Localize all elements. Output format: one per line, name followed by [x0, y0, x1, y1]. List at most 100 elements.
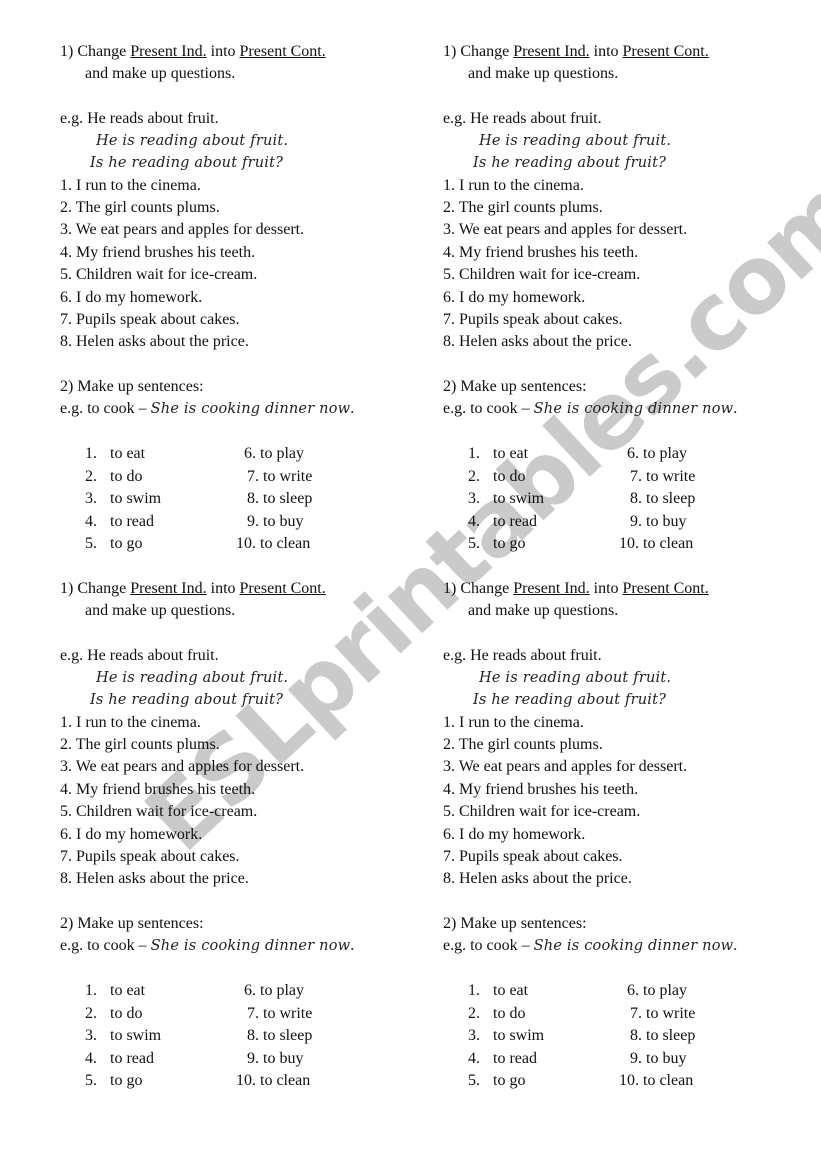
example-continuous: He is reading about fruit. — [96, 670, 289, 686]
task1-example: e.g. He reads about fruit. — [443, 109, 602, 131]
verb-number: 4. — [468, 512, 480, 530]
verb-number: 2. — [85, 467, 97, 485]
verb-number: 6. — [627, 982, 639, 999]
verb-item: to do — [493, 467, 526, 485]
task2-example: e.g. to cook – She is cooking dinner now… — [443, 936, 737, 958]
task-number: 1) — [443, 43, 457, 60]
verb-number: 6. — [244, 445, 256, 462]
verb-number: 6. — [627, 445, 639, 462]
example-sentence: She is cooking dinner now — [150, 938, 351, 954]
task1-example: e.g. He reads about fruit. — [443, 646, 602, 668]
verb-number: 10. — [236, 535, 256, 552]
verb-number: 3. — [468, 1027, 480, 1044]
heading-text: into — [210, 580, 236, 597]
task1-heading: 1) Change Present Ind. into Present Cont… — [60, 42, 326, 64]
verb-number: 1. — [85, 445, 97, 462]
sentence-item: 3. We eat pears and apples for dessert. — [443, 221, 688, 238]
verb-number: 10. — [619, 535, 639, 552]
verb-number: 3. — [85, 1027, 97, 1044]
task1-heading-line2: and make up questions. — [468, 65, 619, 82]
verb-item: to go — [493, 1072, 526, 1089]
sentence-item: 1. I run to the cinema. — [443, 177, 584, 194]
from-tense: Present Ind. — [130, 43, 207, 60]
verb-number: 2. — [85, 1004, 97, 1022]
verb-item: 9. to buy — [630, 512, 686, 532]
verb-item: 8. to sleep — [247, 489, 312, 509]
example-sentence: He reads about fruit. — [470, 647, 602, 664]
sentence-item: 8. Helen asks about the price. — [443, 333, 632, 350]
from-tense: Present Ind. — [513, 43, 590, 60]
verb-text: to play — [260, 445, 304, 462]
task2-heading: 2) Make up sentences: — [60, 915, 204, 932]
verb-text: to sleep — [263, 490, 313, 507]
verb-item: to go — [493, 535, 526, 552]
sentence-item: 6. I do my homework. — [60, 826, 203, 843]
example-end: . — [350, 400, 355, 417]
sentence-item: 5. Children wait for ice-cream. — [443, 803, 641, 820]
verb-text: to write — [646, 467, 696, 485]
task2-heading: 2) Make up sentences: — [443, 915, 587, 932]
verb-text: to play — [643, 445, 687, 462]
task2-heading: 2) Make up sentences: — [60, 378, 204, 395]
verb-number: 4. — [85, 1049, 97, 1067]
example-sentence: He reads about fruit. — [470, 110, 602, 127]
sentence-item: 7. Pupils speak about cakes. — [60, 311, 240, 328]
sentence-item: 1. I run to the cinema. — [60, 177, 201, 194]
sentence-item: 8. Helen asks about the price. — [443, 870, 632, 887]
heading-text: into — [593, 580, 619, 597]
verb-item: 10. to clean — [236, 1071, 310, 1091]
verb-item: 7. to write — [247, 1004, 312, 1024]
sentence-item: 3. We eat pears and apples for dessert. — [60, 221, 305, 238]
sentence-item: 3. We eat pears and apples for dessert. — [60, 758, 305, 775]
verb-number: 3. — [468, 490, 480, 507]
task2-example: e.g. to cook – She is cooking dinner now… — [60, 936, 354, 958]
verb-item: 10. to clean — [619, 534, 693, 554]
sentence-item: 5. Children wait for ice-cream. — [60, 803, 258, 820]
verb-text: to sleep — [646, 1027, 696, 1044]
verb-item: to do — [110, 467, 143, 485]
verb-number: 6. — [244, 982, 256, 999]
sentence-item: 8. Helen asks about the price. — [60, 870, 249, 887]
verb-text: to buy — [646, 512, 687, 530]
verb-number: 5. — [468, 1072, 480, 1089]
verb-item: to eat — [110, 445, 146, 462]
verb-number: 3. — [85, 490, 97, 507]
verb-number: 7. — [247, 467, 259, 485]
verb-item: to do — [110, 1004, 143, 1022]
verb-number: 1. — [85, 982, 97, 999]
example-end: . — [733, 400, 738, 417]
example-label: e.g. — [60, 110, 84, 127]
verb-item: to read — [493, 1049, 537, 1067]
verb-number: 1. — [468, 982, 480, 999]
sentence-item: 6. I do my homework. — [60, 289, 203, 306]
verb-number: 9. — [630, 512, 642, 530]
example-sentence: She is cooking dinner now — [533, 938, 734, 954]
sentence-item: 4. My friend brushes his teeth. — [60, 781, 256, 798]
heading-text: Change — [77, 580, 127, 597]
verb-text: to write — [646, 1004, 696, 1022]
sentence-item: 7. Pupils speak about cakes. — [443, 848, 623, 865]
verb-item: to eat — [110, 982, 146, 999]
verb-number: 4. — [85, 512, 97, 530]
example-prefix: e.g. to cook – — [443, 937, 534, 954]
sentence-item: 4. My friend brushes his teeth. — [443, 244, 639, 261]
verb-item: 8. to sleep — [630, 1026, 695, 1046]
sentence-item: 2. The girl counts plums. — [60, 199, 220, 216]
to-tense: Present Cont. — [622, 580, 709, 597]
example-continuous: He is reading about fruit. — [479, 670, 672, 686]
example-sentence: She is cooking dinner now — [533, 401, 734, 417]
sentence-item: 5. Children wait for ice-cream. — [60, 266, 258, 283]
task1-heading-line2: and make up questions. — [85, 65, 236, 82]
verb-item: to swim — [110, 490, 162, 507]
example-continuous: He is reading about fruit. — [96, 133, 289, 149]
task1-heading-line2: and make up questions. — [85, 602, 236, 619]
verb-number: 7. — [247, 1004, 259, 1022]
task2-example: e.g. to cook – She is cooking dinner now… — [443, 399, 737, 421]
to-tense: Present Cont. — [239, 580, 326, 597]
verb-item: 6. to play — [627, 444, 687, 464]
from-tense: Present Ind. — [130, 580, 207, 597]
verb-number: 4. — [468, 1049, 480, 1067]
verb-item: 10. to clean — [619, 1071, 693, 1091]
example-label: e.g. — [60, 647, 84, 664]
task-number: 1) — [60, 43, 74, 60]
